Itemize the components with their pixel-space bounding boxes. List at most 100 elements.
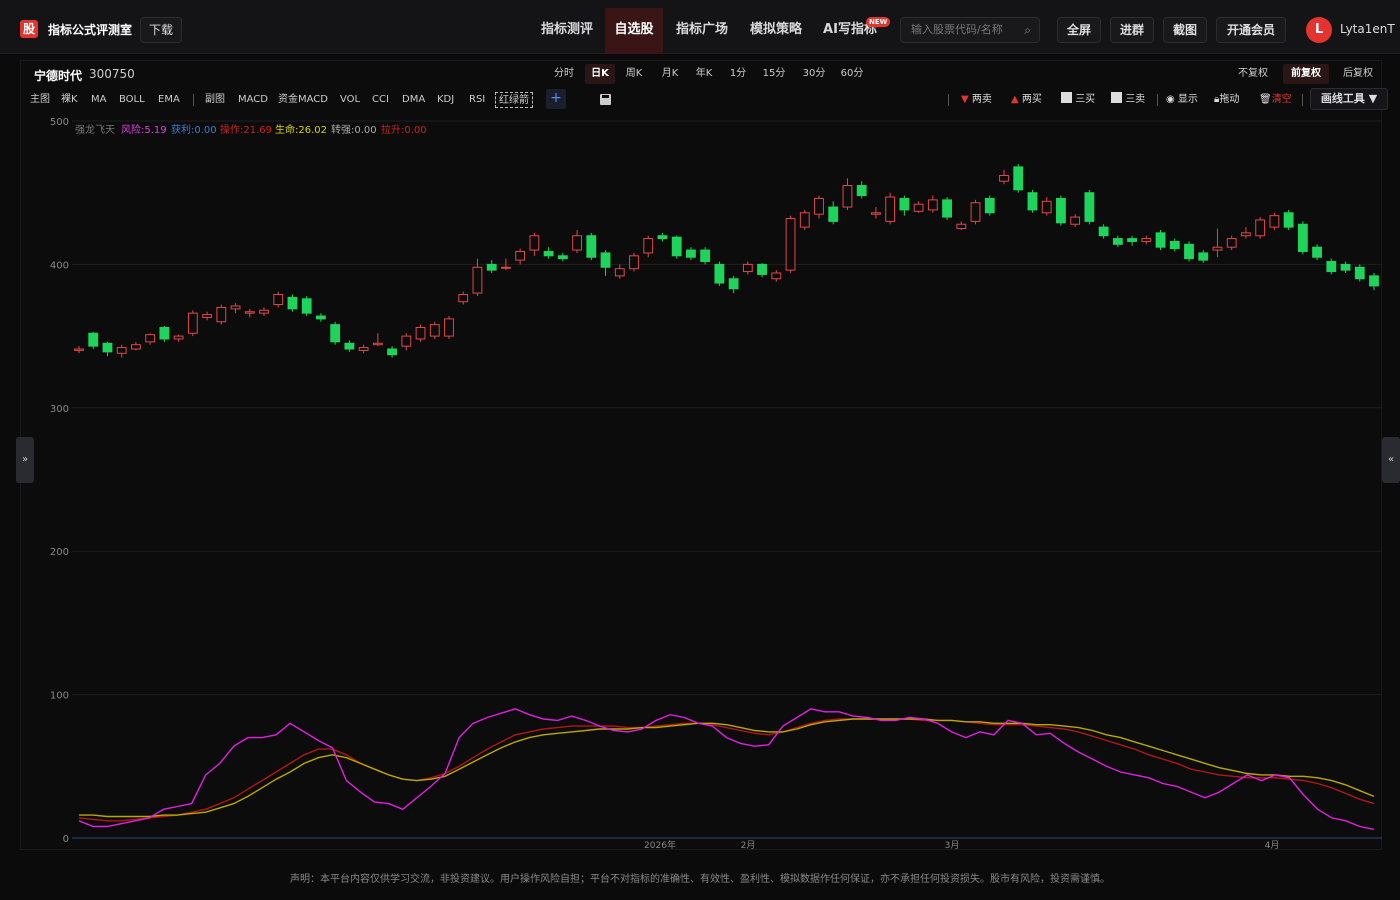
candle-body <box>1184 243 1194 260</box>
left-expand-handle[interactable]: » <box>16 437 34 483</box>
candle-body <box>984 197 995 214</box>
candle-body <box>216 306 227 323</box>
candle-body <box>1340 263 1351 271</box>
candle-body <box>1283 212 1294 228</box>
candle-body <box>1212 246 1223 251</box>
price-chart[interactable]: 0 100 200 300 400 500 2026年 2月 3月 4月 <box>0 0 1400 900</box>
candle-body <box>259 309 269 314</box>
candle-body <box>885 196 896 222</box>
candle-body <box>1041 200 1052 214</box>
candle-body <box>771 272 782 280</box>
double-left-icon: « <box>1387 454 1395 465</box>
x-tick-label: 2月 <box>741 840 756 851</box>
candle-body <box>1354 266 1365 280</box>
candle-body <box>999 174 1009 182</box>
candle-body <box>501 266 511 269</box>
candle-body <box>145 334 156 343</box>
candle-body <box>159 326 170 340</box>
candle-body <box>88 332 99 347</box>
y-tick-label: 300 <box>50 404 69 415</box>
candle-body <box>173 335 184 340</box>
candle-body <box>700 249 711 263</box>
candle-body <box>415 326 426 340</box>
candle-body <box>74 348 84 351</box>
candle-body <box>202 314 212 318</box>
candle-body <box>1155 232 1166 248</box>
candle-body <box>387 348 397 356</box>
candle-body <box>330 324 341 343</box>
candle-body <box>970 202 981 222</box>
candle-body <box>287 296 298 310</box>
y-tick-label: 500 <box>50 117 69 128</box>
candle-body <box>116 347 127 354</box>
candle-body <box>1112 238 1123 245</box>
candle-body <box>230 305 241 310</box>
candle-body <box>515 250 526 261</box>
candle-body <box>828 206 839 222</box>
candle-body <box>458 294 469 303</box>
double-right-icon: » <box>21 454 29 465</box>
candle-body <box>942 199 952 218</box>
candle-body <box>444 318 454 337</box>
candle-body <box>1056 197 1066 224</box>
candle-body <box>899 197 910 211</box>
candle-body <box>1013 166 1024 191</box>
x-tick-label: 2026年 <box>644 839 676 851</box>
candle-body <box>401 335 412 347</box>
candle-body <box>1169 240 1180 250</box>
candle-body <box>429 324 440 337</box>
y-tick-label: 400 <box>50 260 69 271</box>
candle-body <box>657 235 668 240</box>
disclaimer: 声明：本平台内容仅供学习交流，非投资建议。用户操作风险自担；平台不对指标的准确性… <box>290 874 1110 885</box>
candle-body <box>1098 226 1109 237</box>
candle-body <box>102 342 113 353</box>
candle-body <box>1127 238 1137 242</box>
y-tick-label: 200 <box>50 547 69 558</box>
x-tick-label: 3月 <box>945 840 960 851</box>
candle-body <box>486 263 497 271</box>
right-expand-handle[interactable]: « <box>1382 437 1400 483</box>
candle-body <box>1369 275 1379 287</box>
candle-body <box>244 311 255 314</box>
candle-body <box>586 235 597 258</box>
oscillator-line-yellow <box>79 718 1375 818</box>
candle-body <box>956 223 967 230</box>
candle-body <box>1326 261 1337 273</box>
candle-body <box>799 212 810 228</box>
candle-body <box>372 342 383 346</box>
candle-body <box>1269 215 1280 228</box>
candle-body <box>785 218 796 271</box>
candle-body <box>131 344 141 350</box>
y-tick-label: 0 <box>63 834 69 845</box>
candle-body <box>187 312 198 334</box>
candle-body <box>629 255 639 270</box>
candle-body <box>1084 192 1095 222</box>
candle-body <box>728 278 739 290</box>
candle-body <box>1312 246 1322 258</box>
candle-body <box>1297 223 1308 252</box>
candle-body <box>572 235 582 251</box>
candle-body <box>529 235 540 251</box>
candle-body <box>1198 252 1209 261</box>
candle-body <box>757 263 767 275</box>
y-tick-label: 100 <box>50 691 69 702</box>
oscillator-line-red <box>78 718 1375 822</box>
candle-body <box>600 252 611 268</box>
candle-body <box>1027 192 1038 211</box>
candle-body <box>472 266 483 294</box>
candle-body <box>273 294 284 306</box>
candle-body <box>1070 216 1081 225</box>
candle-body <box>614 268 625 277</box>
x-tick-label: 4月 <box>1265 840 1280 851</box>
candle-body <box>1141 238 1152 242</box>
candle-body <box>1255 219 1266 237</box>
candle-body <box>358 347 369 351</box>
candle-body <box>686 249 696 258</box>
candle-body <box>842 185 853 208</box>
candle-body <box>671 236 682 257</box>
candle-body <box>742 263 753 273</box>
candle-body <box>543 250 554 257</box>
candle-body <box>1241 232 1251 237</box>
candle-body <box>316 315 326 320</box>
candle-body <box>344 342 355 350</box>
